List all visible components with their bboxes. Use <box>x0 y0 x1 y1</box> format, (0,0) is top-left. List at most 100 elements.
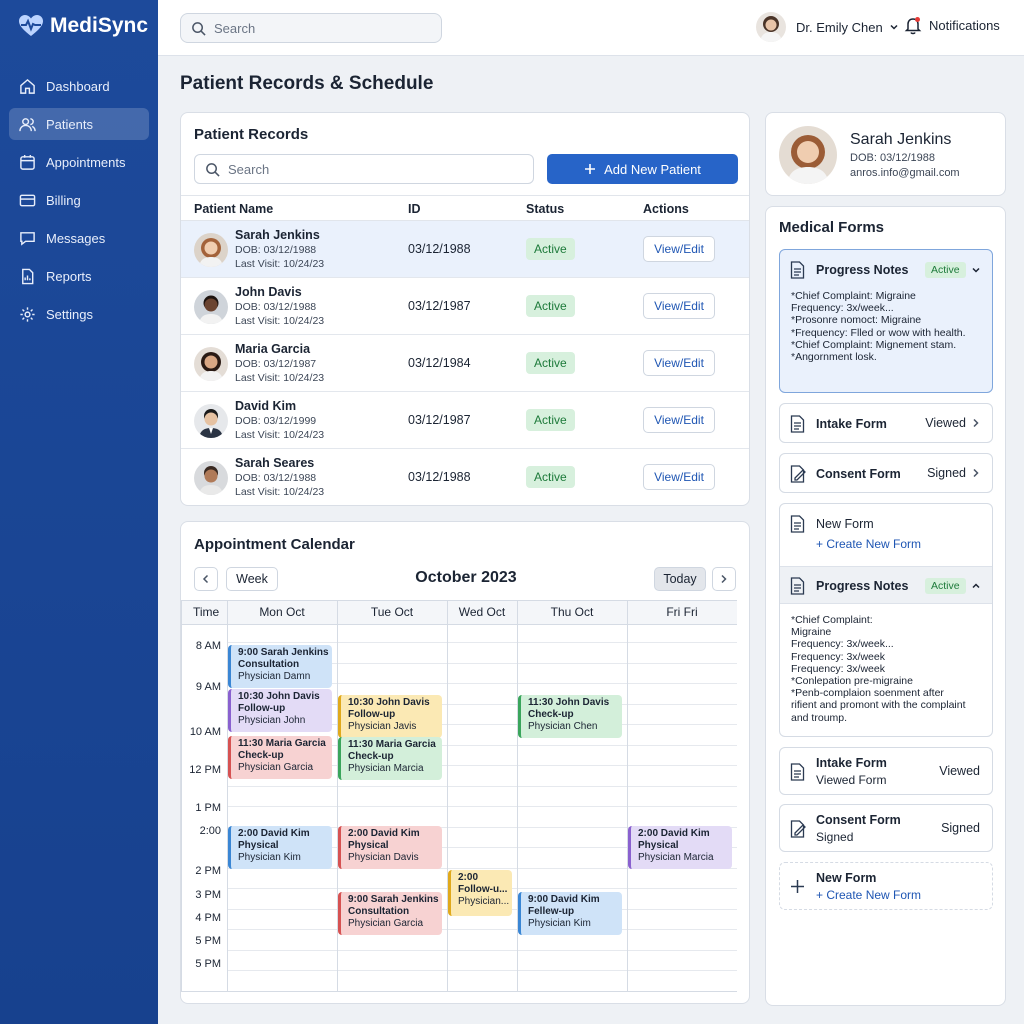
event-time-patient: 9:00 Sarah Jenkins <box>238 647 329 658</box>
event-physician: Physician Garcia <box>238 762 314 773</box>
view-edit-button[interactable]: View/Edit <box>643 464 715 490</box>
new-form-item[interactable]: New Form + Create New Form <box>779 862 993 910</box>
progress-notes-text: *Chief Complaint: Migraine Frequency: 3x… <box>791 290 966 363</box>
table-row[interactable]: John Davis DOB: 03/12/1988 Last Visit: 1… <box>181 278 749 335</box>
time-label: 12 PM <box>189 764 221 776</box>
appointment-event[interactable]: 2:00 David Kim Physical Physician Kim <box>228 826 332 869</box>
sidebar-item-reports[interactable]: Reports <box>9 260 149 292</box>
day-header: Mon Oct <box>259 605 305 619</box>
status-badge: Active <box>526 409 575 431</box>
appointment-event[interactable]: 2:00 David Kim Physical Physician Davis <box>338 826 442 869</box>
day-header: Wed Oct <box>458 605 506 619</box>
day-header: Tue Oct <box>370 605 414 619</box>
table-row[interactable]: David Kim DOB: 03/12/1999 Last Visit: 10… <box>181 392 749 449</box>
progress-notes-expanded[interactable]: Progress Notes Active *Chief Complaint: … <box>779 249 993 393</box>
appointment-event[interactable]: 2:00 Follow-u... Physician... <box>448 870 512 916</box>
appointment-event[interactable]: 11:30 Maria Garcia Check-up Physician Marc… <box>338 737 442 780</box>
sidebar-item-patients[interactable]: Patients <box>9 108 149 140</box>
chevron-down-icon[interactable] <box>971 265 981 275</box>
intake-form-item[interactable]: Intake Form Viewed Form Viewed <box>779 747 993 795</box>
form-title: Intake Form <box>816 756 887 770</box>
event-physician: Physician Davis <box>348 852 419 863</box>
patient-search-input[interactable]: Search <box>194 154 534 184</box>
time-label: 2:00 <box>199 825 221 837</box>
patient-dob: DOB: 03/12/1988 <box>235 301 317 313</box>
users-icon <box>19 117 36 131</box>
notifications-button[interactable]: Notifications <box>904 16 1000 35</box>
calendar-icon <box>20 154 35 170</box>
event-physician: Physician Chen <box>528 721 598 732</box>
create-new-form-link[interactable]: + Create New Form <box>816 537 921 551</box>
view-edit-button[interactable]: View/Edit <box>643 407 715 433</box>
app-name: MediSync <box>50 14 149 37</box>
document-icon <box>790 515 805 533</box>
table-row[interactable]: Sarah Seares DOB: 03/12/1988 Last Visit:… <box>181 449 749 505</box>
appointment-event[interactable]: 10:30 John Davis Follow-up Physician John <box>228 689 332 732</box>
signature-document-icon <box>790 465 806 483</box>
appointment-event[interactable]: 9:00 David Kim Fellew-up Physician Kim <box>518 892 622 935</box>
patient-id: 03/12/1984 <box>408 356 471 370</box>
note-line: rifient and promont with the complaint <box>791 699 966 712</box>
sidebar-item-settings[interactable]: Settings <box>9 298 149 330</box>
sidebar-item-billing[interactable]: Billing <box>9 184 149 216</box>
patient-avatar <box>194 461 228 495</box>
view-edit-button[interactable]: View/Edit <box>643 293 715 319</box>
time-label: 5 PM <box>195 958 221 970</box>
status-badge: Active <box>925 578 966 594</box>
user-menu[interactable]: Dr. Emily Chen <box>756 12 899 42</box>
patient-id: 03/12/1987 <box>408 299 471 313</box>
event-time-patient: 2:00 David Kim <box>238 828 310 839</box>
appointment-event[interactable]: 9:00 Sarah Jenkins Consultation Physician … <box>228 645 332 688</box>
consent-form-item[interactable]: Consent Form Signed <box>779 453 993 493</box>
create-new-form-link[interactable]: + Create New Form <box>816 888 921 902</box>
patient-last-visit: Last Visit: 10/24/23 <box>235 372 325 384</box>
event-type: Check-up <box>528 709 574 720</box>
appointment-event[interactable]: 2:00 David Kim Physical Physician Marcia <box>628 826 732 869</box>
next-week-button[interactable] <box>712 567 736 591</box>
table-row[interactable]: Maria Garcia DOB: 03/12/1987 Last Visit:… <box>181 335 749 392</box>
app-logo[interactable]: MediSync <box>18 14 148 38</box>
event-time-patient: 11:30 John Davis <box>528 697 610 708</box>
intake-form-item[interactable]: Intake Form Viewed <box>779 403 993 443</box>
appointment-event[interactable]: 11:30 John Davis Check-up Physician Chen <box>518 695 622 738</box>
event-physician: Physician Kim <box>238 852 301 863</box>
today-button[interactable]: Today <box>654 567 706 591</box>
sidebar-item-messages[interactable]: Messages <box>9 222 149 254</box>
sidebar-item-label: Patients <box>46 116 93 132</box>
sidebar-nav: Dashboard Patients Appointments Billing … <box>9 70 149 336</box>
time-label: 2 PM <box>195 865 221 877</box>
add-new-patient-button[interactable]: Add New Patient <box>547 154 738 184</box>
add-new-patient-label: Add New Patient <box>604 161 701 177</box>
patient-name: Sarah Jenkins <box>235 228 320 242</box>
event-time-patient: 2:00 <box>458 872 479 883</box>
appointment-event[interactable]: 10:30 John Davis Follow-up Physician Javis <box>338 695 442 738</box>
day-header: Fri Fri <box>666 605 698 619</box>
user-avatar <box>756 12 786 42</box>
note-line: Migraine <box>791 626 832 639</box>
view-edit-button[interactable]: View/Edit <box>643 350 715 376</box>
status-badge: Active <box>925 262 966 278</box>
document-icon <box>790 415 805 433</box>
consent-form-item[interactable]: Consent Form Signed Signed <box>779 804 993 852</box>
note-line: *Chief Complaint: <box>791 614 873 626</box>
sidebar-item-dashboard[interactable]: Dashboard <box>9 70 149 102</box>
appointment-event[interactable]: 11:30 Maria Garcia Check-up Physician Garc… <box>228 736 332 779</box>
progress-notes-header[interactable]: Progress Notes Active <box>780 566 992 604</box>
appointment-event[interactable]: 9:00 Sarah Jenkins Consultation Physician … <box>338 892 442 935</box>
note-line: Frequency: 3x/week <box>791 662 885 675</box>
form-title: Intake Form <box>816 417 887 431</box>
patient-avatar <box>194 233 228 267</box>
note-line: *Chief Complaint: Mignement stam. <box>791 338 957 351</box>
sidebar-item-label: Settings <box>46 306 93 322</box>
event-type: Follow-up <box>238 703 286 714</box>
sidebar-item-appointments[interactable]: Appointments <box>9 146 149 178</box>
time-label: 4 PM <box>195 912 221 924</box>
view-edit-button[interactable]: View/Edit <box>643 236 715 262</box>
patient-dob: DOB: 03/12/1988 <box>235 472 317 484</box>
global-search-input[interactable]: Search <box>180 13 442 43</box>
event-physician: Physician... <box>458 896 510 907</box>
profile-email: anros.info@gmail.com <box>850 167 960 179</box>
table-row[interactable]: Sarah Jenkins DOB: 03/12/1988 Last Visit… <box>181 221 749 278</box>
time-label: 9 AM <box>195 681 221 693</box>
note-line: *Prosonre nomoct: Migraine <box>791 314 922 327</box>
